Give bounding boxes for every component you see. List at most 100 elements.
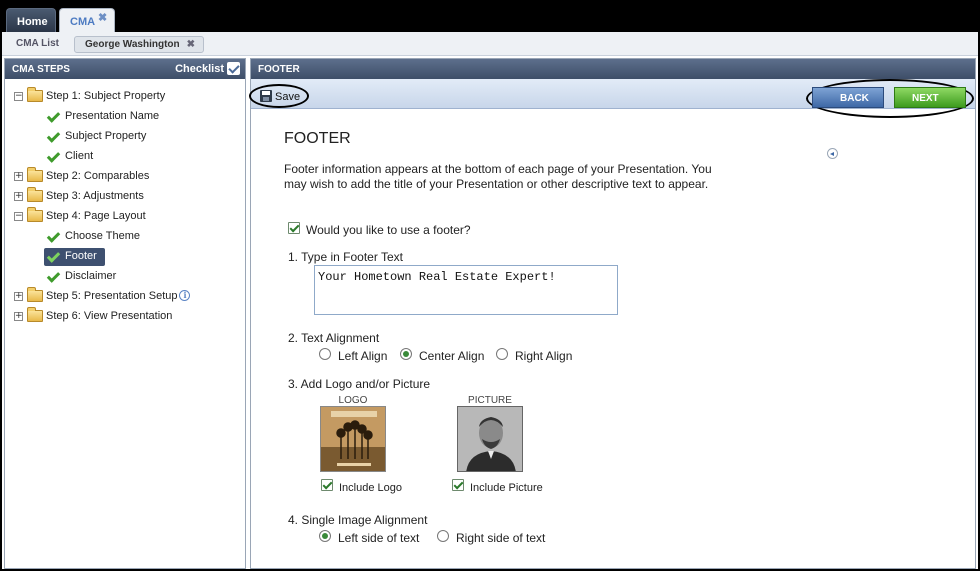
expand-icon[interactable]: + [14,292,23,301]
step-5[interactable]: + Step 5: Presentation Setup i [14,287,214,306]
collapse-icon[interactable]: − [14,212,23,221]
folder-icon [27,167,43,182]
center-align-label: Center Align [419,349,485,363]
step-2-label: Step 2: Comparables [46,170,150,182]
page-title: FOOTER [284,130,351,147]
checklist-checkbox-icon[interactable] [227,62,240,75]
close-tab-icon[interactable]: ✖ [98,11,107,24]
checkmark-icon [46,130,60,142]
top-tab-bar: Home CMA ✖ [2,2,978,32]
step-3-label: Step 3: Adjustments [46,190,144,202]
right-align-radio[interactable] [496,348,508,360]
substep-client[interactable]: Client [46,148,196,166]
cma-steps-panel: CMA STEPS Checklist − Step 1: Subject Pr… [4,58,246,569]
save-label: Save [275,91,301,103]
folder-icon [27,187,43,202]
main-panel-header: FOOTER [251,59,975,79]
use-footer-checkbox[interactable] [288,222,300,234]
include-logo-checkbox[interactable] [321,479,333,491]
main-panel-title: FOOTER [258,64,300,75]
substep-label: Disclaimer [65,270,117,282]
logo-image [321,407,385,471]
substep-label: Presentation Name [65,110,160,122]
checkmark-icon [46,270,60,282]
step-5-label: Step 5: Presentation Setup [46,290,178,302]
info-icon[interactable]: i [179,290,191,301]
checklist-label: Checklist [175,63,224,75]
checkmark-icon [46,230,60,242]
substep-disclaimer[interactable]: Disclaimer [46,268,196,286]
subtab-cma-list[interactable]: CMA List [16,38,59,49]
tab-cma-label: CMA [70,16,96,28]
substep-footer[interactable]: Footer [44,248,105,266]
checkmark-icon [46,150,60,162]
checklist-toggle[interactable]: Checklist [175,62,240,75]
substep-label: Subject Property [65,130,147,142]
tab-home-label: Home [17,16,48,28]
step-1-label: Step 1: Subject Property [46,90,166,102]
use-footer-label: Would you like to use a footer? [306,223,471,237]
substep-choose-theme[interactable]: Choose Theme [46,228,196,246]
image-alignment-question: 4. Single Image Alignment [288,513,428,527]
center-align-radio[interactable] [400,348,412,360]
step-4-label: Step 4: Page Layout [46,210,146,222]
step-1[interactable]: − Step 1: Subject Property [14,87,214,106]
picture-caption: PICTURE [468,395,512,406]
logo-caption: LOGO [338,395,368,406]
footer-text-input[interactable]: Your Hometown Real Estate Expert! [314,265,618,315]
text-alignment-question: 2. Text Alignment [288,331,380,345]
step-6-label: Step 6: View Presentation [46,310,173,322]
left-side-radio[interactable] [319,530,331,542]
include-logo-label: Include Logo [339,482,402,494]
expand-icon[interactable]: + [14,312,23,321]
close-subtab-icon[interactable]: ✖ [187,39,195,50]
right-side-label: Right side of text [456,531,546,545]
include-picture-checkbox[interactable] [452,479,464,491]
footer-text-question: 1. Type in Footer Text [288,250,403,264]
footer-description: Footer information appears at the bottom… [284,162,712,191]
step-5-label-wrap: Step 5: Presentation Setup i [46,290,191,302]
next-button[interactable]: NEXT [894,87,966,108]
footer-form: FOOTER Footer information appears at the… [251,109,975,568]
subtab-george-washington[interactable]: George Washington ✖ [74,36,204,53]
picture-thumbnail[interactable] [457,406,523,472]
substep-subject-property[interactable]: Subject Property [46,128,196,146]
app-window: Home CMA ✖ CMA List George Washington ✖ CM… [2,2,978,569]
substep-presentation-name[interactable]: Presentation Name [46,108,196,126]
include-picture-label: Include Picture [470,482,543,494]
substep-label: Footer [65,250,97,262]
logo-thumbnail[interactable] [320,406,386,472]
right-side-radio[interactable] [437,530,449,542]
save-disk-icon [260,90,272,102]
step-6[interactable]: + Step 6: View Presentation [14,307,214,326]
expand-icon[interactable]: + [14,192,23,201]
folder-icon [27,87,43,102]
tab-cma[interactable]: CMA ✖ [59,8,115,32]
checkmark-icon [46,110,60,122]
step-2[interactable]: + Step 2: Comparables [14,167,214,186]
subtab-label: George Washington [85,39,180,50]
sub-tab-bar: CMA List George Washington ✖ [2,32,978,56]
right-align-label: Right Align [515,349,573,363]
step-4[interactable]: − Step 4: Page Layout [14,207,214,226]
left-side-label: Left side of text [338,531,420,545]
steps-panel-header: CMA STEPS Checklist [5,59,245,79]
left-align-radio[interactable] [319,348,331,360]
tab-home[interactable]: Home [6,8,56,32]
logo-picture-question: 3. Add Logo and/or Picture [288,377,431,391]
substep-label: Choose Theme [65,230,141,242]
left-align-label: Left Align [338,349,388,363]
toolbar: Save BACK NEXT [249,79,975,159]
next-label: NEXT [912,93,939,104]
picture-image [458,407,522,471]
save-button[interactable]: Save [249,84,309,108]
folder-icon [27,287,43,302]
back-button[interactable]: BACK [812,87,884,159]
folder-icon [27,307,43,322]
substep-label: Client [65,150,94,162]
checkmark-icon [46,250,60,262]
collapse-icon[interactable]: − [14,92,23,101]
step-3[interactable]: + Step 3: Adjustments [14,187,214,206]
expand-icon[interactable]: + [14,172,23,181]
steps-panel-title: CMA STEPS [12,64,70,75]
